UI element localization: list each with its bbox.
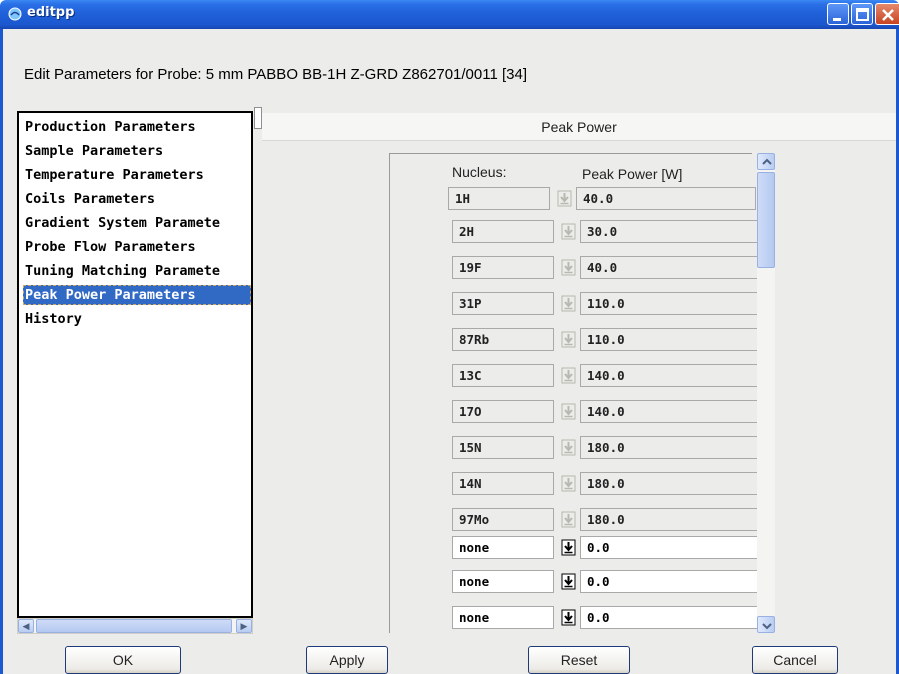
peak-power-field[interactable]: 110.0 [580,328,760,351]
scroll-thumb[interactable] [36,619,232,633]
horizontal-scrollbar[interactable]: ◀ ▶ [17,618,253,634]
nucleus-field[interactable]: 1H [448,187,550,210]
peak-power-field[interactable]: 30.0 [580,220,760,243]
sidebar-item-coils[interactable]: Coils Parameters [23,189,251,209]
nucleus-field[interactable]: none [452,536,554,559]
close-button[interactable] [875,3,899,25]
scroll-left-icon[interactable]: ◀ [18,619,34,633]
maximize-icon [856,8,869,21]
app-icon [8,7,22,21]
peak-power-field[interactable]: 0.0 [580,570,760,593]
peak-power-field[interactable]: 140.0 [580,400,760,423]
download-arrow-icon[interactable] [560,331,578,349]
apply-button[interactable]: Apply [306,646,388,674]
probe-header: Edit Parameters for Probe: 5 mm PABBO BB… [24,66,527,83]
peak-power-field[interactable]: 180.0 [580,472,760,495]
download-arrow-icon[interactable] [560,475,578,493]
peak-power-column-header: Peak Power [W] [582,166,683,182]
download-arrow-icon[interactable] [560,511,578,529]
nucleus-field[interactable]: 17O [452,400,554,423]
peak-power-field[interactable]: 110.0 [580,292,760,315]
splitter-handle[interactable] [254,107,262,129]
nucleus-field[interactable]: 15N [452,436,554,459]
sidebar-item-probe-flow[interactable]: Probe Flow Parameters [23,237,251,257]
peak-power-field[interactable]: 40.0 [576,187,756,210]
nucleus-field[interactable]: 2H [452,220,554,243]
download-arrow-icon[interactable] [556,190,574,208]
sidebar-item-temperature[interactable]: Temperature Parameters [23,165,251,185]
scroll-right-icon[interactable]: ▶ [236,619,252,633]
download-arrow-icon[interactable] [560,573,578,591]
nucleus-field[interactable]: none [452,606,554,629]
download-arrow-icon[interactable] [560,439,578,457]
nucleus-field[interactable]: 31P [452,292,554,315]
download-arrow-icon[interactable] [560,367,578,385]
download-arrow-icon[interactable] [560,609,578,627]
panel-title: Peak Power [262,113,896,141]
maximize-button[interactable] [851,3,873,25]
sidebar-item-sample[interactable]: Sample Parameters [23,141,251,161]
sidebar-item-tuning[interactable]: Tuning Matching Paramete [23,261,251,281]
minimize-icon [833,18,841,21]
parameter-category-list[interactable]: Production Parameters Sample Parameters … [17,111,253,618]
window-title: editpp [27,5,75,20]
splitter[interactable] [256,104,262,634]
sidebar-item-production[interactable]: Production Parameters [23,117,251,137]
peak-power-field[interactable]: 0.0 [580,606,760,629]
download-arrow-icon[interactable] [560,223,578,241]
download-arrow-icon[interactable] [560,259,578,277]
sidebar-item-history[interactable]: History [23,309,251,329]
minimize-button[interactable] [827,3,849,25]
vertical-scrollbar[interactable] [757,153,775,633]
peak-power-field[interactable]: 0.0 [580,536,760,559]
close-icon [882,9,894,21]
scroll-thumb-vertical[interactable] [757,172,775,268]
download-arrow-icon[interactable] [560,403,578,421]
nucleus-field[interactable]: 87Rb [452,328,554,351]
scroll-up-icon[interactable] [757,153,775,170]
nucleus-field[interactable]: 13C [452,364,554,387]
sidebar-item-gradient[interactable]: Gradient System Paramete [23,213,251,233]
nucleus-column-header: Nucleus: [452,164,507,180]
nucleus-field[interactable]: 97Mo [452,508,554,531]
download-arrow-icon[interactable] [560,539,578,557]
nucleus-field[interactable]: 19F [452,256,554,279]
peak-power-field[interactable]: 180.0 [580,508,760,531]
scroll-down-icon[interactable] [757,616,775,633]
download-arrow-icon[interactable] [560,295,578,313]
cancel-button[interactable]: Cancel [752,646,838,674]
peak-power-field[interactable]: 40.0 [580,256,760,279]
nucleus-field[interactable]: 14N [452,472,554,495]
nucleus-field[interactable]: none [452,570,554,593]
sidebar-item-peak-power[interactable]: Peak Power Parameters [23,285,251,305]
peak-power-field[interactable]: 180.0 [580,436,760,459]
ok-button[interactable]: OK [65,646,181,674]
reset-button[interactable]: Reset [528,646,630,674]
peak-power-field[interactable]: 140.0 [580,364,760,387]
title-bar: editpp [0,0,899,29]
